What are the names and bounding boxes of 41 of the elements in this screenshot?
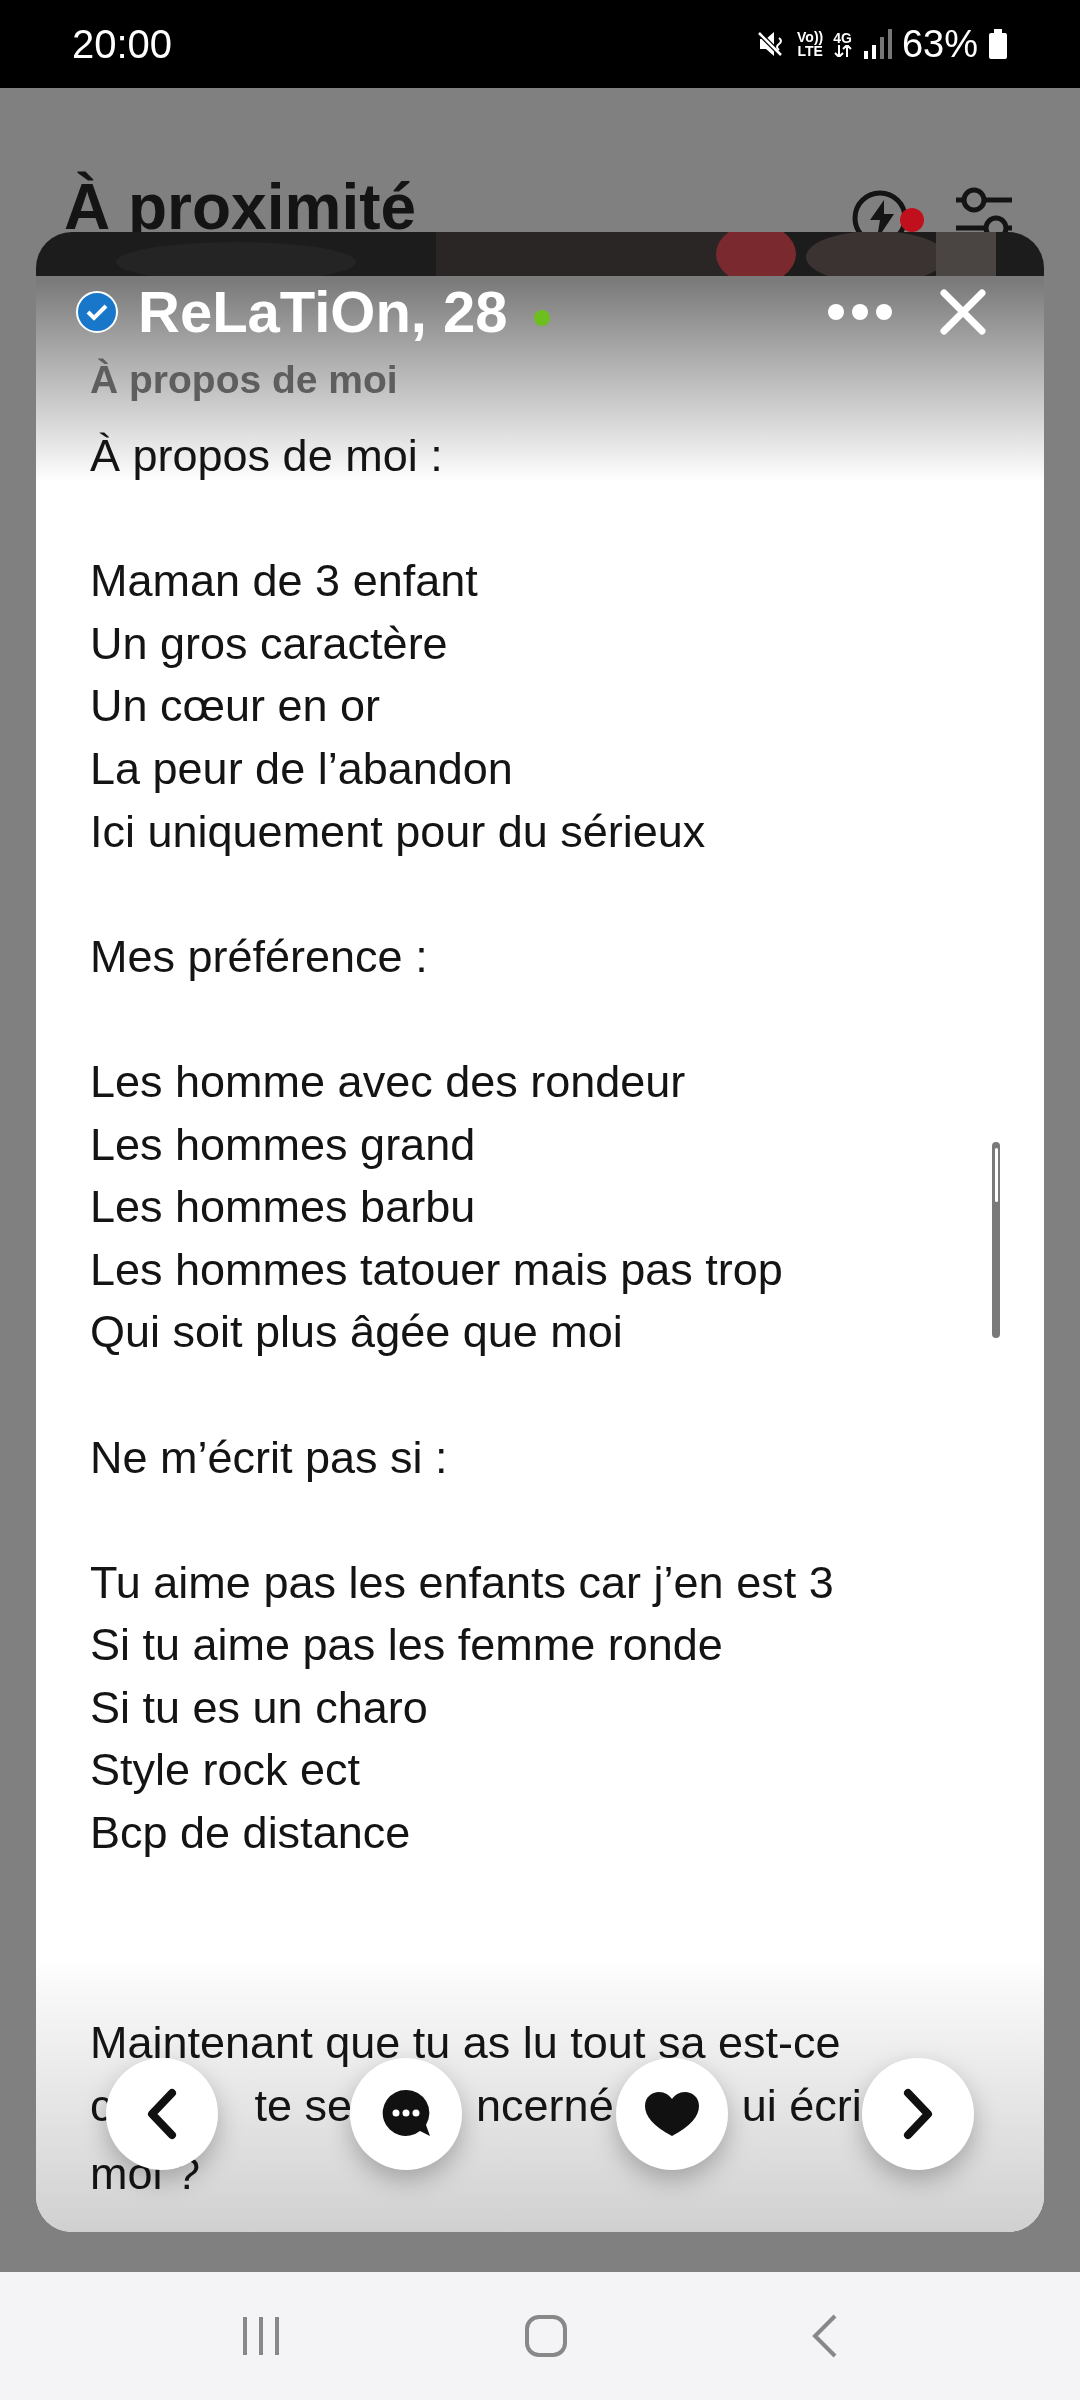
bio-line: Si tu es un charo [90,1680,428,1735]
bio-line: À propos de moi : [90,429,443,483]
recent-apps-icon[interactable] [241,2315,282,2357]
bio-line: Ici uniquement pour du sérieux [90,804,706,859]
bio-line: Les homme avec des rondeur [90,1054,686,1109]
clock: 20:00 [72,21,173,68]
bio-line: Tu aime pas les enfants car j’en est 3 [90,1555,834,1610]
bio-line: Bcp de distance [90,1806,411,1861]
chevron-left-icon [147,2088,177,2140]
bio-line: Les hommes barbu [90,1180,476,1235]
battery-icon [988,29,1008,59]
volte-label: Vo)) [797,30,824,44]
bio-line: Un gros caractère [90,616,448,671]
heart-icon [643,2090,701,2138]
bio-line: Un cœur en or [90,679,381,734]
profile-name: ReLaTiOn, 28 [138,282,508,342]
bio-fragment: ncerné [476,2078,614,2133]
bio-fragment: te se [254,2078,353,2133]
bio-line: Qui soit plus âgée que moi [90,1305,623,1360]
volte-label: LTE [797,44,823,58]
bio-line: Mes préférence : [90,929,428,984]
bio-fragment: ui écri [741,2078,862,2133]
bio-line: La peur de l’abandon [90,741,513,796]
data-arrows-icon [833,45,852,57]
back-icon[interactable] [810,2313,839,2359]
bio-line: Maman de 3 enfant [90,554,478,609]
section-label: À propos de moi [90,357,399,403]
bio-line: Maintenant que tu as lu tout sa est-ce [90,2016,841,2070]
close-icon[interactable] [940,289,986,335]
battery-percentage: 63% [901,21,978,67]
signal-icon [861,29,892,59]
bio-line: Les hommes tatouer mais pas trop [90,1242,783,1297]
bio-line: Les hommes grand [90,1117,476,1172]
page-title: À proximité [64,172,417,242]
bio-line: Ne m’écrit pas si : [90,1430,448,1485]
home-icon[interactable] [524,2314,568,2358]
bio-line: Si tu aime pas les femme ronde [90,1618,723,1673]
more-options-icon[interactable] [828,304,892,320]
bio-line: Style rock ect [90,1743,361,1798]
chevron-right-icon [903,2088,933,2140]
network-label: 4G [833,31,852,45]
